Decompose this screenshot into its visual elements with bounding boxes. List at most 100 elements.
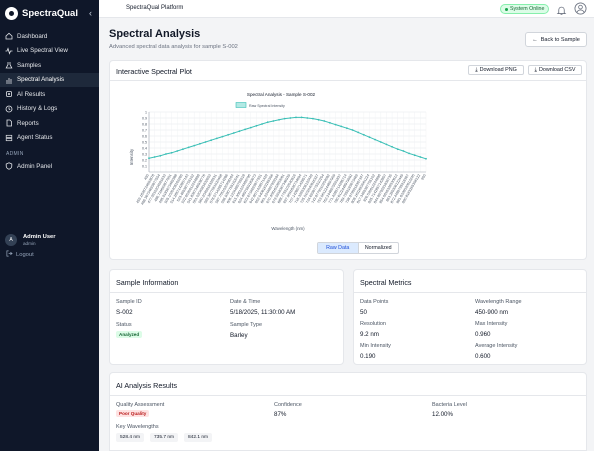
sidebar-item-history-logs[interactable]: History & Logs (0, 102, 99, 117)
data-point (391, 145, 393, 148)
quality-label: Quality Assessment (116, 402, 165, 408)
normalized-toggle[interactable]: Normalized (357, 243, 399, 253)
data-point (278, 118, 280, 121)
user-role: admin (23, 241, 36, 246)
data-point (176, 150, 179, 152)
platform-title: SpectraQual Platform (126, 5, 184, 11)
status-text: System Online (510, 6, 545, 12)
data-point (187, 146, 190, 149)
legend-swatch (235, 102, 247, 108)
download-csv-button[interactable]: ⤓ Download CSV (528, 65, 582, 75)
data-point (425, 157, 427, 160)
sidebar-item-dashboard[interactable]: Dashboard (0, 29, 99, 44)
sidebar-item-label: Agent Status (17, 134, 53, 142)
legend-label: Raw Spectral Intensity (249, 104, 285, 108)
user-avatar-icon[interactable] (574, 2, 587, 20)
sidebar: SpectraQual ‹ Dashboard Live Spectral Vi… (0, 0, 99, 451)
y-tick-label: 0.2 (142, 158, 147, 162)
data-point (148, 157, 150, 160)
data-point (345, 127, 348, 130)
divider (354, 292, 586, 293)
raw-data-toggle[interactable]: Raw Data (318, 243, 358, 253)
data-point (357, 131, 360, 134)
y-tick-label: 0.6 (142, 134, 147, 138)
sidebar-item-spectral-analysis[interactable]: Spectral Analysis (0, 72, 99, 87)
sidebar-item-live-spectral-view[interactable]: Live Spectral View (0, 44, 99, 59)
chart-series (148, 116, 427, 160)
data-points-label: Data Points (360, 299, 389, 305)
sidebar-item-reports[interactable]: Reports (0, 116, 99, 131)
data-point (210, 139, 213, 142)
data-point (351, 129, 354, 131)
data-point (368, 136, 371, 139)
user-profile: A Admin User admin (5, 234, 56, 246)
y-tick-label: 0.9 (142, 116, 147, 120)
plot-card-title: Interactive Spectral Plot (116, 67, 192, 76)
sidebar-item-agent-status[interactable]: Agent Status (0, 131, 99, 146)
min-intensity-value: 0.190 (360, 353, 376, 360)
data-point (289, 117, 292, 119)
data-point (238, 130, 241, 133)
data-point (198, 142, 201, 145)
download-png-button[interactable]: ⤓ Download PNG (468, 65, 524, 75)
spectral-chart[interactable]: Spectral Analysis - Sample S-002 Raw Spe… (128, 89, 434, 237)
chart-grid (148, 111, 427, 172)
flask-icon (5, 61, 13, 69)
data-point (272, 120, 275, 122)
data-point (374, 138, 377, 141)
data-point (396, 148, 399, 151)
bell-icon[interactable] (556, 3, 567, 21)
sidebar-item-samples[interactable]: Samples (0, 58, 99, 73)
logo-icon (5, 6, 18, 20)
data-point (295, 116, 297, 119)
logout-label: Logout (16, 251, 34, 258)
min-intensity-label: Min Intensity (360, 343, 391, 349)
back-to-sample-button[interactable]: ← Back to Sample (525, 32, 587, 47)
logout-button[interactable]: Logout (6, 250, 34, 259)
data-point (408, 152, 410, 155)
x-tick-label: 900 (420, 174, 426, 181)
sidebar-item-ai-results[interactable]: AI Results (0, 87, 99, 102)
download-icon: ⤓ (475, 66, 478, 73)
data-point (306, 117, 309, 119)
download-csv-label: Download CSV (538, 67, 576, 73)
chart-icon (5, 76, 13, 84)
sample-type-value: Barley (230, 332, 248, 339)
data-point (266, 121, 269, 124)
data-point (232, 132, 235, 134)
data-point (312, 117, 314, 120)
avatar: A (5, 234, 17, 246)
page-subtitle: Advanced spectral data analysis for samp… (109, 44, 238, 50)
max-intensity-value: 0.960 (475, 331, 491, 338)
data-point (244, 128, 247, 131)
data-point (249, 126, 252, 129)
max-intensity-label: Max Intensity (475, 321, 508, 327)
divider (110, 80, 586, 81)
average-intensity-value: 0.600 (475, 353, 491, 360)
confidence-label: Confidence (274, 402, 302, 408)
arrow-left-icon: ← (532, 36, 538, 43)
logout-icon (6, 250, 13, 259)
download-png-label: Download PNG (479, 67, 517, 73)
datetime-value: 5/18/2025, 11:30:00 AM (230, 309, 296, 316)
sample-id-value: S-002 (116, 309, 133, 316)
sidebar-item-admin-panel[interactable]: Admin Panel (0, 159, 99, 174)
brand[interactable]: SpectraQual ‹ (0, 3, 99, 23)
data-points-value: 50 (360, 309, 367, 316)
sidebar-item-label: Spectral Analysis (17, 76, 65, 84)
bacteria-value: 12.00% (432, 411, 453, 418)
status-dot-icon (505, 7, 508, 11)
sample-info-title: Sample Information (116, 278, 179, 287)
data-point (334, 123, 337, 126)
download-icon: ⤓ (534, 66, 537, 73)
wavelength-range-label: Wavelength Range (475, 299, 522, 305)
home-icon (5, 32, 13, 40)
history-icon (5, 105, 13, 113)
data-mode-toggle[interactable]: Raw Data Normalized (317, 242, 399, 254)
wavelength-chip: 842.1 nm (184, 433, 213, 442)
average-intensity-label: Average Intensity (475, 343, 518, 349)
chevron-left-icon[interactable]: ‹ (89, 8, 92, 18)
chart-area[interactable]: Spectral Analysis - Sample S-002 Raw Spe… (128, 89, 434, 237)
sidebar-item-label: Dashboard (17, 32, 48, 40)
sample-id-label: Sample ID (116, 299, 142, 305)
